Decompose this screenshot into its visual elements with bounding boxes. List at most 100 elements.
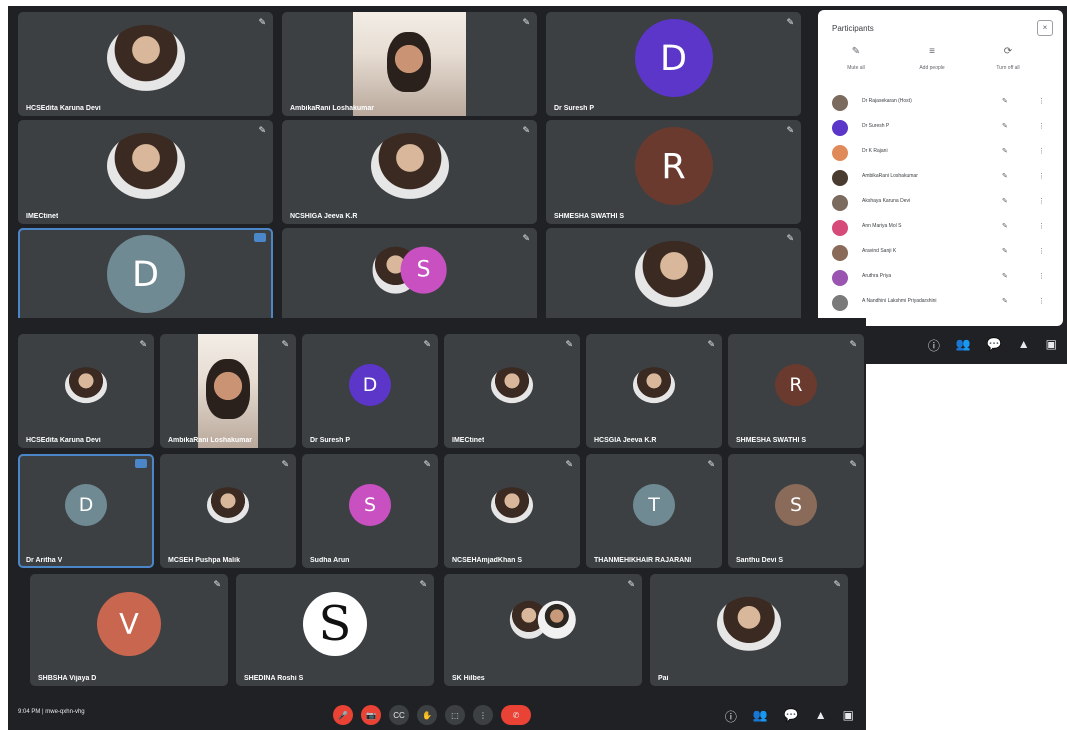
participant-avatar: D — [65, 484, 107, 526]
mic-icon[interactable]: ✎ — [1002, 172, 1008, 180]
participant-list-item[interactable]: AmbikaRani Loshakumar ✎ ⋮ — [832, 167, 1054, 189]
panel-action-button[interactable]: ⟳ Turn off all — [978, 46, 1038, 71]
panel-action-button[interactable]: ✎ Mute all — [826, 46, 886, 71]
participant-tile[interactable]: R ✎ SHMESHA SWATHI S — [728, 334, 864, 448]
mic-muted-icon: ✎ — [786, 125, 794, 135]
more-icon[interactable]: ⋮ — [1038, 297, 1045, 305]
participant-tile[interactable]: ✎ NCSEHAmjadKhan S — [444, 454, 580, 568]
more-icon[interactable]: ⋮ — [1038, 272, 1045, 280]
meeting-details: 9:04 PM | mwe-qxhn-vhg — [18, 709, 85, 715]
present-button[interactable]: ⬚ — [445, 705, 465, 725]
participant-video — [198, 334, 258, 448]
action-label: Mute all — [847, 65, 865, 71]
more-options-button[interactable]: ⋮ — [473, 705, 493, 725]
people-icon[interactable]: 👥 — [956, 337, 971, 354]
avatar-letter: D — [131, 253, 159, 295]
participant-name: MCSEH Pushpa Malik — [168, 557, 240, 564]
participant-tile[interactable]: ✎ IMECtinet — [444, 334, 580, 448]
mic-icon[interactable]: ✎ — [1002, 247, 1008, 255]
more-icon[interactable]: ⋮ — [1038, 97, 1045, 105]
participant-list-item[interactable]: Akshaya Karuna Devi ✎ ⋮ — [832, 192, 1054, 214]
chat-icon[interactable]: 💬 — [784, 708, 799, 725]
participant-tile[interactable]: ✎ AmbikaRani Loshakumar — [282, 12, 537, 116]
info-icon[interactable]: ⓘ — [725, 708, 737, 725]
participant-name: Dr Suresh P — [554, 105, 595, 112]
participant-tile[interactable]: S ✎ Santhu Devi S — [728, 454, 864, 568]
info-icon[interactable]: ⓘ — [928, 337, 940, 354]
avatar-letter: S — [318, 596, 352, 652]
more-icon[interactable]: ⋮ — [1038, 222, 1045, 230]
end-call-button[interactable]: ✆ — [501, 705, 531, 725]
camera-button[interactable]: 📷 — [361, 705, 381, 725]
mic-icon[interactable]: ✎ — [1002, 272, 1008, 280]
participant-tile[interactable]: ✎ HCSEdita Karuna Devi — [18, 334, 154, 448]
mic-icon[interactable]: ✎ — [1002, 297, 1008, 305]
mic-muted-icon: ✎ — [707, 339, 715, 349]
participant-avatar: D — [106, 235, 185, 313]
participant-list-item[interactable]: A Nandhini Lakshmi Priyadarshini ✎ ⋮ — [832, 292, 1054, 314]
chat-icon[interactable]: 💬 — [987, 337, 1002, 354]
participant-list-item[interactable]: Ann Mariya Mol S ✎ ⋮ — [832, 217, 1054, 239]
top-meeting-window: ✎ HCSEdita Karuna Devi ✎ AmbikaRani Loshaku… — [8, 6, 1067, 364]
more-icon[interactable]: ⋮ — [1038, 172, 1045, 180]
participant-avatar: V — [97, 592, 161, 656]
people-icon[interactable]: 👥 — [753, 708, 768, 725]
participant-avatar: R — [775, 364, 817, 406]
participant-list-item[interactable]: Dr K Rajani ✎ ⋮ — [832, 142, 1054, 164]
mic-muted-icon: ✎ — [522, 125, 530, 135]
participant-tile[interactable]: D ✎ Dr Suresh P — [302, 334, 438, 448]
participant-list-item[interactable]: Aravind Sanji K ✎ ⋮ — [832, 242, 1054, 264]
mic-muted-icon: ✎ — [281, 339, 289, 349]
raise-hand-button[interactable]: ✋ — [417, 705, 437, 725]
participant-tile[interactable]: ✎ HCSEdita Karuna Devi — [18, 12, 273, 116]
participant-tile[interactable]: T ✎ THANMEHIKHAIR RAJARANI — [586, 454, 722, 568]
participant-tile[interactable]: ✎ SK Hilbes — [444, 574, 642, 686]
participant-tile[interactable]: ✎ IMECtinet — [18, 120, 273, 224]
host-controls-icon[interactable]: ▣ — [1046, 337, 1057, 354]
participant-tile[interactable]: DDr Aritha V — [18, 454, 154, 568]
mic-button[interactable]: 🎤 — [333, 705, 353, 725]
participant-list-name: Dr Suresh P — [862, 123, 890, 129]
more-icon[interactable]: ⋮ — [1038, 122, 1045, 130]
mic-muted-icon: ✎ — [522, 233, 530, 243]
mic-icon[interactable]: ✎ — [1002, 197, 1008, 205]
participant-tile[interactable]: ✎Mau — [546, 228, 801, 332]
participant-tile[interactable]: S ✎ Sudha Arun — [302, 454, 438, 568]
action-icon: ✎ — [851, 46, 861, 57]
meeting-time: 9:04 PM — [18, 709, 41, 715]
participant-list-name: Dr Rajasekaran (Host) — [862, 98, 912, 104]
participant-tile[interactable]: S✎SK Hilbes — [282, 228, 537, 332]
meeting-code: mwe-qxhn-vhg — [45, 709, 85, 715]
close-panel-button[interactable]: × — [1037, 20, 1053, 36]
participant-list-item[interactable]: Aruthra Priya ✎ ⋮ — [832, 267, 1054, 289]
participant-tile[interactable]: R ✎ SHMESHA SWATHI S — [546, 120, 801, 224]
mic-icon[interactable]: ✎ — [1002, 122, 1008, 130]
participant-tile[interactable]: ✎ MCSEH Pushpa Malik — [160, 454, 296, 568]
participant-tile[interactable]: D ✎ Dr Suresh P — [546, 12, 801, 116]
more-icon[interactable]: ⋮ — [1038, 197, 1045, 205]
activities-icon[interactable]: ▲ — [1018, 337, 1030, 354]
participant-list-item[interactable]: Dr Suresh P ✎ ⋮ — [832, 117, 1054, 139]
participant-avatar — [634, 240, 713, 308]
participant-tile[interactable]: DDr Aritha V — [18, 228, 273, 332]
mic-icon[interactable]: ✎ — [1002, 147, 1008, 155]
participant-tile[interactable]: V ✎ SHBSHA Vijaya D — [30, 574, 228, 686]
participant-tile[interactable]: ✎ HCSGIA Jeeva K.R — [586, 334, 722, 448]
mic-icon[interactable]: ✎ — [1002, 97, 1008, 105]
activities-icon[interactable]: ▲ — [815, 708, 827, 725]
more-icon[interactable]: ⋮ — [1038, 147, 1045, 155]
mic-icon[interactable]: ✎ — [1002, 222, 1008, 230]
host-controls-icon[interactable]: ▣ — [843, 708, 854, 725]
participant-tile[interactable]: ✎ NCSHIGA Jeeva K.R — [282, 120, 537, 224]
captions-button[interactable]: CC — [389, 705, 409, 725]
bottom-meeting-window: ✎ HCSEdita Karuna Devi ✎ AmbikaRani Loshaku… — [8, 318, 866, 730]
avatar-letter: R — [789, 374, 803, 396]
more-icon[interactable]: ⋮ — [1038, 247, 1045, 255]
participant-tile[interactable]: ✎ AmbikaRani Loshakumar — [160, 334, 296, 448]
participant-list-item[interactable]: Dr Rajasekaran (Host) ✎ ⋮ — [832, 92, 1054, 114]
mic-muted-icon: ✎ — [258, 125, 266, 135]
participant-tile[interactable]: S ✎ SHEDINA Roshi S — [236, 574, 434, 686]
panel-action-button[interactable]: ≡ Add people — [902, 46, 962, 71]
participant-tile[interactable]: ✎ Pai — [650, 574, 848, 686]
mic-muted-icon: ✎ — [281, 459, 289, 469]
